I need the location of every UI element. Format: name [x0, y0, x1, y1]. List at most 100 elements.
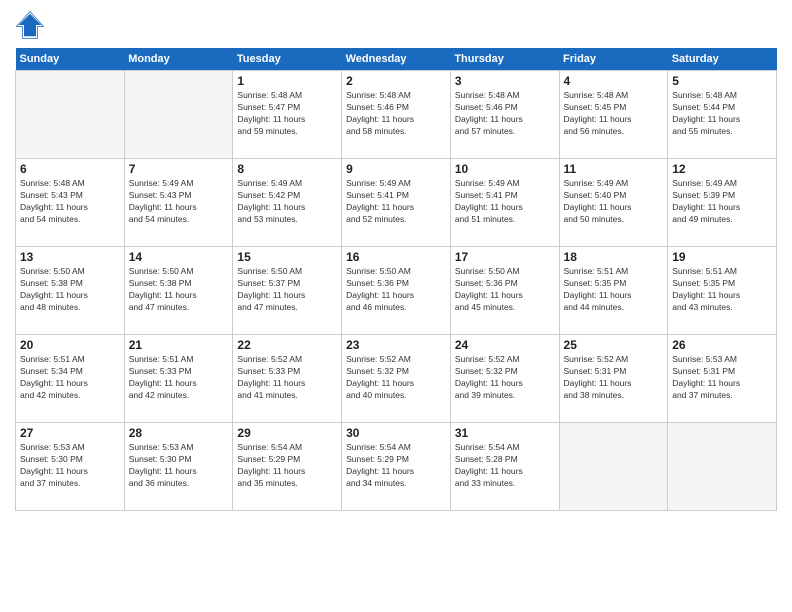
day-number: 19: [672, 250, 772, 264]
calendar-cell: 4 Sunrise: 5:48 AM Sunset: 5:45 PM Daylig…: [559, 71, 668, 159]
day-number: 29: [237, 426, 337, 440]
day-info: Sunrise: 5:48 AM Sunset: 5:46 PM Dayligh…: [455, 90, 555, 138]
day-number: 9: [346, 162, 446, 176]
day-number: 8: [237, 162, 337, 176]
calendar-cell: 12 Sunrise: 5:49 AM Sunset: 5:39 PM Dayli…: [668, 159, 777, 247]
week-row-4: 20Sunrise: 5:51 AM Sunset: 5:34 PM Dayli…: [16, 335, 777, 423]
calendar-cell: [16, 71, 125, 159]
day-number: 24: [455, 338, 555, 352]
day-number: 16: [346, 250, 446, 264]
day-number: 14: [129, 250, 229, 264]
day-info: Sunrise: 5:48 AM Sunset: 5:45 PM Dayligh…: [564, 90, 664, 138]
calendar-cell: 19 Sunrise: 5:51 AM Sunset: 5:35 PM Dayli…: [668, 247, 777, 335]
day-info: Sunrise: 5:50 AM Sunset: 5:37 PM Dayligh…: [237, 266, 337, 314]
weekday-header-saturday: Saturday: [668, 48, 777, 71]
day-number: 2: [346, 74, 446, 88]
day-number: 27: [20, 426, 120, 440]
day-info: Sunrise: 5:52 AM Sunset: 5:32 PM Dayligh…: [346, 354, 446, 402]
day-info: Sunrise: 5:51 AM Sunset: 5:35 PM Dayligh…: [564, 266, 664, 314]
calendar-cell: 1 Sunrise: 5:48 AM Sunset: 5:47 PM Daylig…: [233, 71, 342, 159]
day-number: 22: [237, 338, 337, 352]
calendar-cell: 22Sunrise: 5:52 AM Sunset: 5:33 PM Dayli…: [233, 335, 342, 423]
calendar-cell: 29 Sunrise: 5:54 AM Sunset: 5:29 PM Dayli…: [233, 423, 342, 511]
day-number: 12: [672, 162, 772, 176]
day-info: Sunrise: 5:52 AM Sunset: 5:31 PM Dayligh…: [564, 354, 664, 402]
day-number: 25: [564, 338, 664, 352]
weekday-header-friday: Friday: [559, 48, 668, 71]
day-info: Sunrise: 5:48 AM Sunset: 5:43 PM Dayligh…: [20, 178, 120, 226]
calendar-cell: 8 Sunrise: 5:49 AM Sunset: 5:42 PM Daylig…: [233, 159, 342, 247]
calendar-cell: 25 Sunrise: 5:52 AM Sunset: 5:31 PM Dayli…: [559, 335, 668, 423]
calendar-cell: [559, 423, 668, 511]
calendar-cell: 3 Sunrise: 5:48 AM Sunset: 5:46 PM Daylig…: [450, 71, 559, 159]
calendar-table: SundayMondayTuesdayWednesdayThursdayFrid…: [15, 48, 777, 511]
day-info: Sunrise: 5:49 AM Sunset: 5:41 PM Dayligh…: [455, 178, 555, 226]
calendar-cell: 18 Sunrise: 5:51 AM Sunset: 5:35 PM Dayli…: [559, 247, 668, 335]
day-info: Sunrise: 5:54 AM Sunset: 5:29 PM Dayligh…: [237, 442, 337, 490]
day-number: 11: [564, 162, 664, 176]
day-number: 31: [455, 426, 555, 440]
weekday-header-tuesday: Tuesday: [233, 48, 342, 71]
day-info: Sunrise: 5:49 AM Sunset: 5:43 PM Dayligh…: [129, 178, 229, 226]
day-info: Sunrise: 5:50 AM Sunset: 5:36 PM Dayligh…: [346, 266, 446, 314]
weekday-header-sunday: Sunday: [16, 48, 125, 71]
day-number: 3: [455, 74, 555, 88]
day-number: 6: [20, 162, 120, 176]
day-info: Sunrise: 5:49 AM Sunset: 5:41 PM Dayligh…: [346, 178, 446, 226]
day-number: 13: [20, 250, 120, 264]
day-info: Sunrise: 5:50 AM Sunset: 5:36 PM Dayligh…: [455, 266, 555, 314]
day-info: Sunrise: 5:54 AM Sunset: 5:28 PM Dayligh…: [455, 442, 555, 490]
day-info: Sunrise: 5:53 AM Sunset: 5:30 PM Dayligh…: [129, 442, 229, 490]
day-number: 30: [346, 426, 446, 440]
day-info: Sunrise: 5:49 AM Sunset: 5:39 PM Dayligh…: [672, 178, 772, 226]
day-number: 28: [129, 426, 229, 440]
day-info: Sunrise: 5:53 AM Sunset: 5:31 PM Dayligh…: [672, 354, 772, 402]
calendar-cell: [124, 71, 233, 159]
calendar-cell: 23 Sunrise: 5:52 AM Sunset: 5:32 PM Dayli…: [342, 335, 451, 423]
day-number: 18: [564, 250, 664, 264]
calendar-cell: 9 Sunrise: 5:49 AM Sunset: 5:41 PM Daylig…: [342, 159, 451, 247]
week-row-3: 13 Sunrise: 5:50 AM Sunset: 5:38 PM Dayli…: [16, 247, 777, 335]
calendar-cell: 6 Sunrise: 5:48 AM Sunset: 5:43 PM Daylig…: [16, 159, 125, 247]
calendar-cell: 5Sunrise: 5:48 AM Sunset: 5:44 PM Daylig…: [668, 71, 777, 159]
day-number: 15: [237, 250, 337, 264]
calendar-cell: 30 Sunrise: 5:54 AM Sunset: 5:29 PM Dayli…: [342, 423, 451, 511]
day-info: Sunrise: 5:50 AM Sunset: 5:38 PM Dayligh…: [129, 266, 229, 314]
day-number: 10: [455, 162, 555, 176]
day-number: 23: [346, 338, 446, 352]
day-info: Sunrise: 5:49 AM Sunset: 5:40 PM Dayligh…: [564, 178, 664, 226]
day-number: 5: [672, 74, 772, 88]
weekday-header-monday: Monday: [124, 48, 233, 71]
calendar-cell: 27 Sunrise: 5:53 AM Sunset: 5:30 PM Dayli…: [16, 423, 125, 511]
calendar-cell: 2Sunrise: 5:48 AM Sunset: 5:46 PM Daylig…: [342, 71, 451, 159]
day-info: Sunrise: 5:51 AM Sunset: 5:34 PM Dayligh…: [20, 354, 120, 402]
day-number: 1: [237, 74, 337, 88]
day-number: 4: [564, 74, 664, 88]
calendar-cell: 24 Sunrise: 5:52 AM Sunset: 5:32 PM Dayli…: [450, 335, 559, 423]
day-info: Sunrise: 5:53 AM Sunset: 5:30 PM Dayligh…: [20, 442, 120, 490]
calendar-cell: 15 Sunrise: 5:50 AM Sunset: 5:37 PM Dayli…: [233, 247, 342, 335]
calendar-cell: 28 Sunrise: 5:53 AM Sunset: 5:30 PM Dayli…: [124, 423, 233, 511]
logo-icon: [15, 10, 45, 40]
weekday-header-row: SundayMondayTuesdayWednesdayThursdayFrid…: [16, 48, 777, 71]
day-info: Sunrise: 5:54 AM Sunset: 5:29 PM Dayligh…: [346, 442, 446, 490]
day-number: 21: [129, 338, 229, 352]
header: [15, 10, 777, 40]
day-number: 17: [455, 250, 555, 264]
weekday-header-wednesday: Wednesday: [342, 48, 451, 71]
calendar-cell: 7 Sunrise: 5:49 AM Sunset: 5:43 PM Daylig…: [124, 159, 233, 247]
day-info: Sunrise: 5:51 AM Sunset: 5:33 PM Dayligh…: [129, 354, 229, 402]
calendar-cell: 11 Sunrise: 5:49 AM Sunset: 5:40 PM Dayli…: [559, 159, 668, 247]
day-info: Sunrise: 5:48 AM Sunset: 5:47 PM Dayligh…: [237, 90, 337, 138]
calendar-cell: 31 Sunrise: 5:54 AM Sunset: 5:28 PM Dayli…: [450, 423, 559, 511]
page: SundayMondayTuesdayWednesdayThursdayFrid…: [0, 0, 792, 612]
day-number: 7: [129, 162, 229, 176]
calendar-cell: 13Sunrise: 5:50 AM Sunset: 5:38 PM Dayli…: [16, 247, 125, 335]
calendar-cell: 16 Sunrise: 5:50 AM Sunset: 5:36 PM Dayli…: [342, 247, 451, 335]
calendar-cell: 20Sunrise: 5:51 AM Sunset: 5:34 PM Dayli…: [16, 335, 125, 423]
calendar-cell: 21 Sunrise: 5:51 AM Sunset: 5:33 PM Dayli…: [124, 335, 233, 423]
week-row-1: 1 Sunrise: 5:48 AM Sunset: 5:47 PM Daylig…: [16, 71, 777, 159]
day-info: Sunrise: 5:51 AM Sunset: 5:35 PM Dayligh…: [672, 266, 772, 314]
day-info: Sunrise: 5:49 AM Sunset: 5:42 PM Dayligh…: [237, 178, 337, 226]
day-info: Sunrise: 5:52 AM Sunset: 5:32 PM Dayligh…: [455, 354, 555, 402]
